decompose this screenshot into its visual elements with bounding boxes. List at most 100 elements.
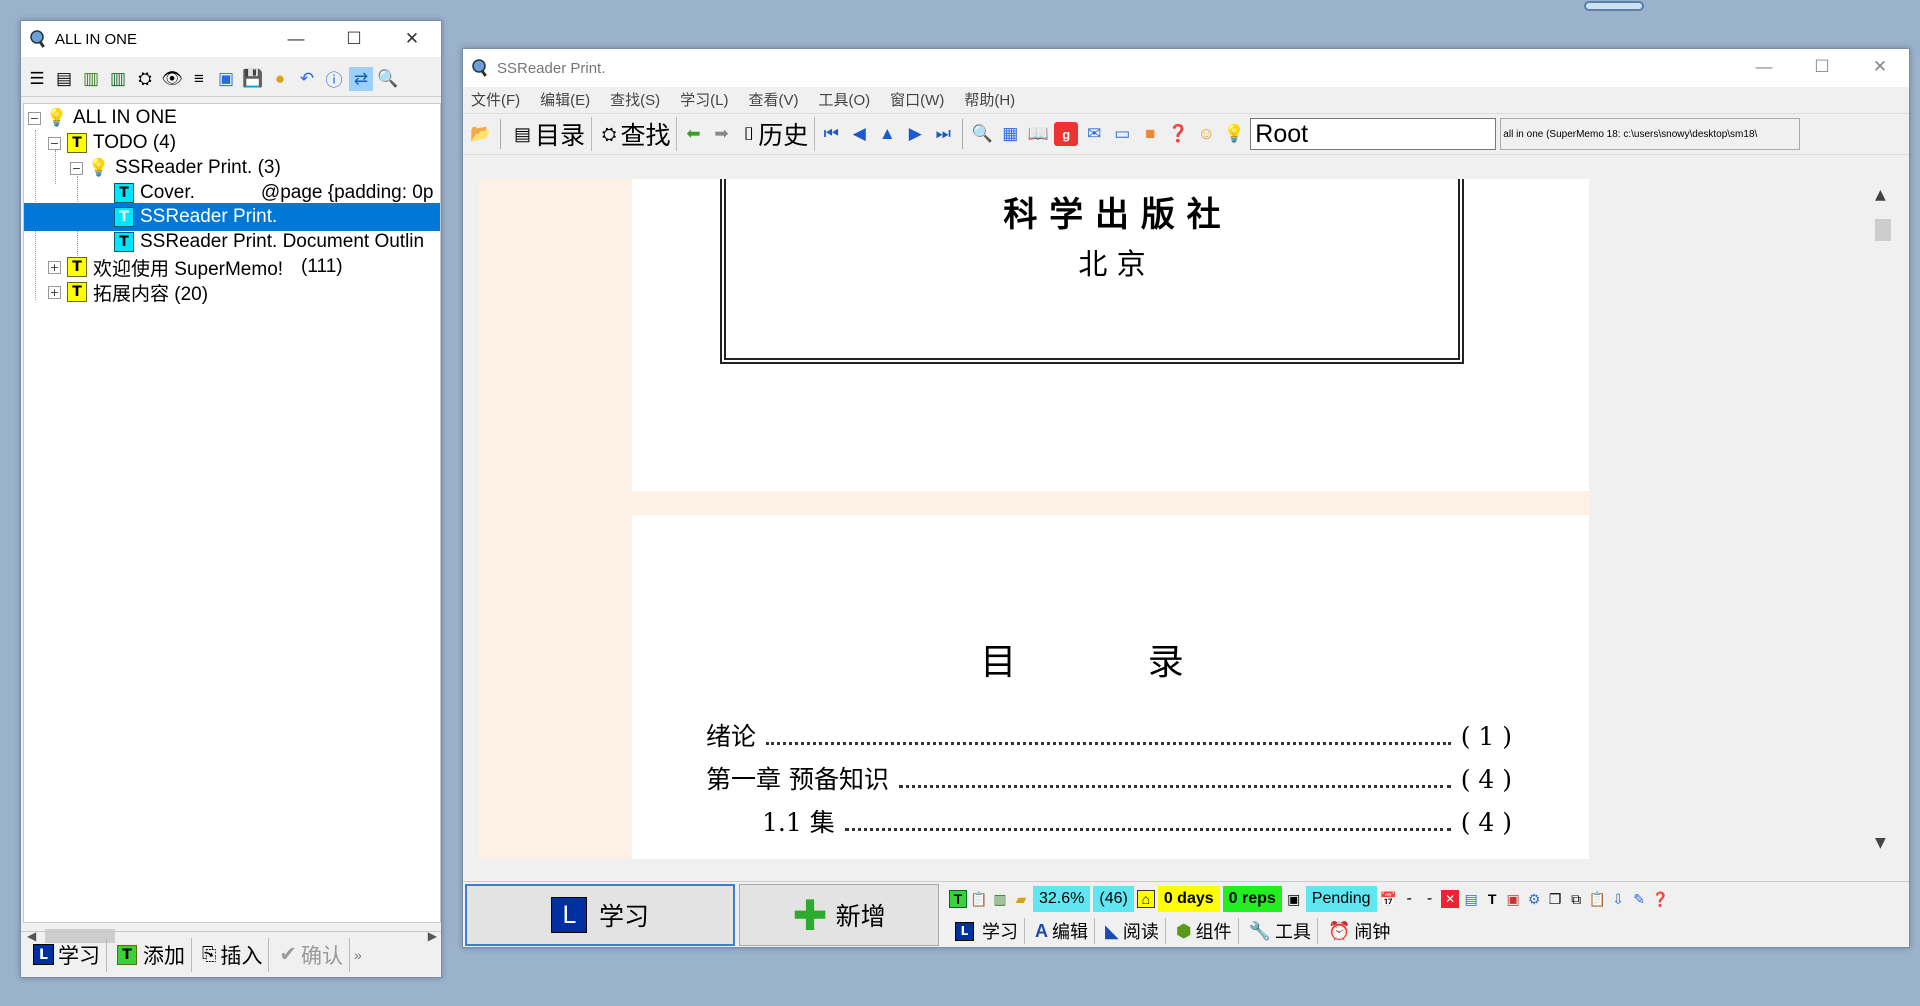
- search-text-icon[interactable]: ▦: [998, 122, 1022, 146]
- search-icon[interactable]: 🔍: [970, 122, 994, 146]
- menu-learn[interactable]: 学习(L): [680, 89, 728, 110]
- notes-icon[interactable]: ▥: [991, 890, 1009, 908]
- more-icon[interactable]: »: [354, 947, 362, 963]
- add-button[interactable]: T 添加: [111, 937, 192, 972]
- learn-button[interactable]: L 学习: [27, 937, 107, 972]
- media-icon[interactable]: ▣: [1504, 890, 1522, 908]
- edit-icon[interactable]: ✎: [1630, 890, 1648, 908]
- tab-read[interactable]: ◣ 阅读: [1099, 918, 1166, 944]
- expand-icon[interactable]: +: [48, 260, 61, 274]
- minimize-button[interactable]: —: [1735, 49, 1793, 85]
- insert-button[interactable]: ⎘ 插入: [196, 937, 270, 972]
- parent-icon[interactable]: ▲: [875, 122, 899, 146]
- mail-icon[interactable]: ✉: [1082, 122, 1106, 146]
- close-button[interactable]: ✕: [1851, 49, 1909, 85]
- lightbulb-icon[interactable]: 💡: [1222, 122, 1246, 146]
- menu-help[interactable]: 帮助(H): [964, 89, 1015, 110]
- outline-icon[interactable]: ≡: [187, 67, 211, 91]
- image-icon[interactable]: ▣: [214, 67, 238, 91]
- label-icon[interactable]: ▰: [1012, 890, 1030, 908]
- menu-view[interactable]: 查看(V): [749, 89, 799, 110]
- color-icon[interactable]: ■: [1138, 122, 1162, 146]
- menu-edit[interactable]: 编辑(E): [540, 89, 590, 110]
- maximize-button[interactable]: ☐: [1793, 49, 1851, 85]
- add-big-button[interactable]: ✚ 新增: [739, 884, 939, 946]
- open-folder-icon[interactable]: 📂: [469, 122, 493, 146]
- list-icon[interactable]: ☰: [25, 67, 49, 91]
- learn-icon: L: [955, 921, 974, 941]
- root-input[interactable]: [1250, 118, 1497, 150]
- help-icon[interactable]: ❓: [1651, 890, 1669, 908]
- books-alt-icon[interactable]: ▥: [106, 67, 130, 91]
- delete-icon[interactable]: ✕: [1441, 890, 1460, 908]
- binoculars-icon[interactable]: ⛭: [133, 67, 157, 91]
- book-icon[interactable]: 📖: [1026, 122, 1050, 146]
- minimize-button[interactable]: —: [267, 21, 325, 57]
- scroll-up-icon[interactable]: ▲: [1875, 187, 1886, 203]
- import-icon[interactable]: ⇩: [1609, 890, 1627, 908]
- tree-node-extend[interactable]: + T 拓展内容 (20): [48, 278, 208, 306]
- tab-alarm[interactable]: ⏰ 闹钟: [1322, 918, 1396, 944]
- tree-node-root[interactable]: − 💡 ALL IN ONE: [28, 104, 177, 132]
- text-icon[interactable]: T: [1483, 890, 1501, 908]
- window-icon[interactable]: ▭: [1110, 122, 1134, 146]
- package-icon[interactable]: ●: [268, 67, 292, 91]
- history-button[interactable]: ⌷ 历史: [737, 117, 816, 151]
- tree-node-todo[interactable]: − T TODO (4): [48, 129, 176, 157]
- search-icon[interactable]: 🔍: [376, 67, 400, 91]
- collapse-icon[interactable]: −: [28, 111, 41, 125]
- tree-node-ssreader-folder[interactable]: − 💡 SSReader Print. (3): [70, 154, 281, 182]
- menu-window[interactable]: 窗口(W): [890, 89, 944, 110]
- tree-node-ssreader-print[interactable]: T SSReader Print.: [24, 203, 440, 231]
- sync-icon[interactable]: ⇄: [349, 66, 373, 91]
- document-vertical-scrollbar[interactable]: ▲ ▼: [1871, 179, 1893, 859]
- scroll-thumb[interactable]: [1875, 219, 1891, 241]
- priority-icon[interactable]: ⌂: [1136, 890, 1155, 908]
- tab-components[interactable]: ⬢ 组件: [1170, 918, 1239, 944]
- undo-icon[interactable]: ↶: [295, 67, 319, 91]
- tab-edit[interactable]: A 编辑: [1029, 918, 1095, 944]
- tab-learn[interactable]: L 学习: [949, 918, 1025, 944]
- window-icon[interactable]: ▣: [1285, 890, 1303, 908]
- info-icon[interactable]: ⓘ: [322, 67, 346, 91]
- close-button[interactable]: ✕: [383, 21, 441, 57]
- forward-icon[interactable]: ➡: [709, 122, 733, 146]
- next-icon[interactable]: ▶: [903, 122, 927, 146]
- last-icon[interactable]: ⏭: [931, 122, 955, 146]
- topic-green-icon[interactable]: T: [949, 890, 967, 908]
- menu-search[interactable]: 查找(S): [610, 89, 660, 110]
- learn-big-button[interactable]: L 学习: [465, 884, 735, 946]
- user-icon[interactable]: ☺: [1194, 122, 1218, 146]
- eye-icon[interactable]: 👁: [160, 67, 184, 91]
- help-icon[interactable]: ❓: [1166, 122, 1190, 146]
- scroll-down-icon[interactable]: ▼: [1875, 835, 1886, 851]
- back-icon[interactable]: ⬅: [681, 122, 705, 146]
- contents-button[interactable]: ▤ 目录: [508, 117, 593, 151]
- copy-icon[interactable]: ❐: [1546, 890, 1564, 908]
- google-icon[interactable]: g: [1054, 122, 1079, 146]
- document-viewer[interactable]: 科 学 出 版 社 北 京 目 录 绪论 ( 1 ) 第一章 预备知识 ( 4 …: [479, 179, 1589, 859]
- first-icon[interactable]: ⏮: [819, 122, 843, 146]
- collapse-icon[interactable]: −: [48, 136, 61, 150]
- paste-icon[interactable]: 📋: [1588, 890, 1606, 908]
- previous-icon[interactable]: ◀: [847, 122, 871, 146]
- menu-tools[interactable]: 工具(O): [819, 89, 871, 110]
- duplicate-icon[interactable]: ⧉: [1567, 890, 1585, 908]
- clipboard-icon[interactable]: 📋: [970, 890, 988, 908]
- find-button[interactable]: ⛭ 查找: [596, 117, 678, 151]
- tree-node-extra-text: @page {padding: 0p: [260, 182, 434, 203]
- calendar-icon[interactable]: 📅: [1380, 890, 1398, 908]
- books-icon[interactable]: ▥: [79, 67, 103, 91]
- tree-node-welcome[interactable]: + T 欢迎使用 SuperMemo! (111): [48, 253, 343, 281]
- save-icon[interactable]: 💾: [241, 67, 265, 91]
- confirm-button[interactable]: ✔ 确认: [273, 937, 351, 972]
- settings-icon[interactable]: ⚙: [1525, 890, 1543, 908]
- collapse-icon[interactable]: −: [70, 161, 83, 175]
- menu-file[interactable]: 文件(F): [471, 89, 520, 110]
- registry-icon[interactable]: ▤: [52, 67, 76, 91]
- tab-tools[interactable]: 🔧 工具: [1243, 918, 1318, 944]
- tree-node-doc-outline[interactable]: T SSReader Print. Document Outlin: [114, 228, 440, 256]
- layout-icon[interactable]: ▤: [1462, 890, 1480, 908]
- maximize-button[interactable]: ☐: [325, 21, 383, 57]
- expand-icon[interactable]: +: [48, 285, 61, 299]
